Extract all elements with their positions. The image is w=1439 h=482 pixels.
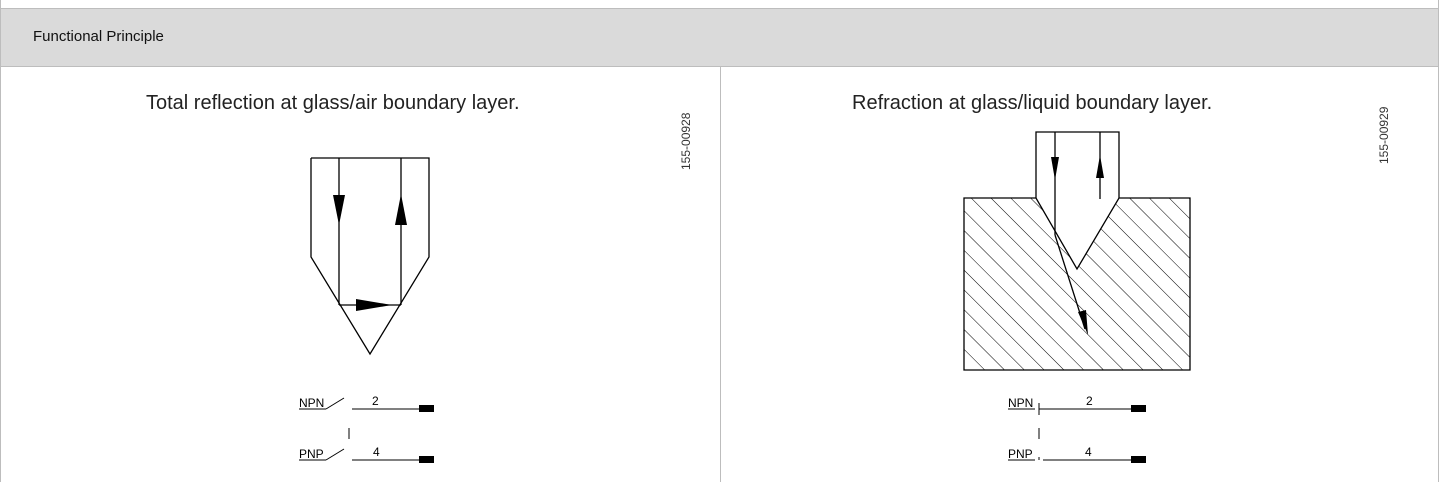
glass-probe-outline [1035, 131, 1120, 198]
left-panel: Total reflection at glass/air boundary l… [1, 67, 720, 482]
right-diagram: NPN 2 PNP 4 [963, 131, 1191, 463]
right-panel: Refraction at glass/liquid boundary laye… [721, 67, 1438, 482]
left-switch-symbol: NPN 2 PNP 4 [299, 394, 434, 463]
left-diagram: NPN 2 PNP 4 [299, 157, 434, 463]
arrow-up-icon [395, 194, 407, 225]
npn-terminal [1131, 405, 1146, 412]
pnp-terminal [419, 456, 434, 463]
npn-terminal [419, 405, 434, 412]
right-switch-symbol: NPN 2 PNP 4 [1008, 394, 1146, 463]
functional-principle-table: Functional Principle Total reflection at… [0, 0, 1439, 482]
npn-label: NPN [299, 396, 324, 410]
npn-pin: 2 [372, 394, 379, 408]
liquid-region [963, 197, 1191, 371]
pnp-pin: 4 [373, 445, 380, 459]
arrow-up-icon [1096, 155, 1104, 178]
npn-switch-contact [325, 397, 345, 410]
table-header: Functional Principle [1, 8, 1438, 67]
arrow-down-icon [1051, 157, 1059, 180]
pnp-label: PNP [299, 447, 324, 461]
header-title: Functional Principle [33, 28, 164, 45]
pnp-terminal [1131, 456, 1146, 463]
pnp-pin: 4 [1085, 445, 1092, 459]
npn-pin: 2 [1086, 394, 1093, 408]
arrow-right-icon [356, 299, 392, 311]
arrow-down-icon [333, 195, 345, 225]
pnp-label: PNP [1008, 447, 1033, 461]
glass-probe-outline [310, 157, 430, 356]
npn-label: NPN [1008, 396, 1033, 410]
pnp-switch-contact [325, 448, 345, 461]
